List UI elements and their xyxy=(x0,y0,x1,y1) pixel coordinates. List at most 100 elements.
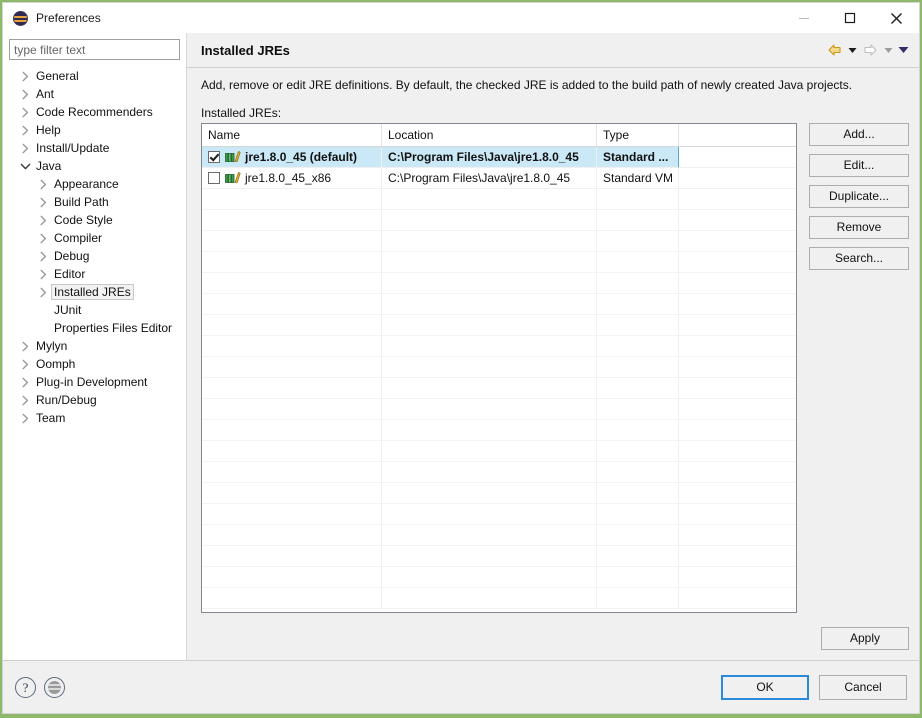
cell-empty xyxy=(202,357,382,378)
table-row[interactable]: jre1.8.0_45 (default) C:\Program Files\Ja… xyxy=(202,147,796,168)
cell-empty xyxy=(597,252,679,273)
maximize-icon[interactable] xyxy=(827,3,873,33)
apply-button[interactable]: Apply xyxy=(821,627,909,650)
chevron-right-icon[interactable] xyxy=(35,215,51,226)
sidebar-item-java[interactable]: Java xyxy=(3,157,186,175)
chevron-right-icon[interactable] xyxy=(17,71,33,82)
chevron-right-icon[interactable] xyxy=(17,107,33,118)
remove-button[interactable]: Remove xyxy=(809,216,909,239)
cell-empty xyxy=(202,462,382,483)
cell-empty xyxy=(679,336,796,357)
page-description: Add, remove or edit JRE definitions. By … xyxy=(201,78,853,92)
sidebar-item-team[interactable]: Team xyxy=(3,409,186,427)
sidebar-item-appearance[interactable]: Appearance xyxy=(3,175,186,193)
sidebar-item-label: JUnit xyxy=(54,303,82,317)
cell-empty xyxy=(382,462,597,483)
sidebar-item-oomph[interactable]: Oomph xyxy=(3,355,186,373)
chevron-right-icon[interactable] xyxy=(35,251,51,262)
sidebar-item-label: Run/Debug xyxy=(36,393,97,407)
filter-input[interactable] xyxy=(9,39,180,60)
minimize-icon[interactable] xyxy=(781,3,827,33)
column-header-name[interactable]: Name xyxy=(202,124,382,146)
chevron-right-icon[interactable] xyxy=(35,197,51,208)
cancel-button[interactable]: Cancel xyxy=(819,674,907,700)
chevron-right-icon[interactable] xyxy=(35,179,51,190)
table-row[interactable]: jre1.8.0_45_x86 C:\Program Files\Java\jre… xyxy=(202,168,796,189)
chevron-down-icon[interactable] xyxy=(17,162,33,171)
sidebar-item-run-debug[interactable]: Run/Debug xyxy=(3,391,186,409)
sidebar-item-properties-files-editor[interactable]: Properties Files Editor xyxy=(3,319,186,337)
table-row-empty xyxy=(202,462,796,483)
page-nav-tools xyxy=(825,40,909,60)
cell-empty xyxy=(382,567,597,588)
sidebar-item-build-path[interactable]: Build Path xyxy=(3,193,186,211)
table-row-empty xyxy=(202,252,796,273)
column-header-location[interactable]: Location xyxy=(382,124,597,146)
chevron-right-icon[interactable] xyxy=(17,341,33,352)
chevron-right-icon[interactable] xyxy=(35,269,51,280)
sidebar-item-label: Debug xyxy=(54,249,90,263)
sidebar-item-compiler[interactable]: Compiler xyxy=(3,229,186,247)
table-row-empty xyxy=(202,231,796,252)
sidebar-item-code-style[interactable]: Code Style xyxy=(3,211,186,229)
title-bar-left: Preferences xyxy=(3,10,101,26)
chevron-right-icon[interactable] xyxy=(17,143,33,154)
sidebar-item-code-recommenders[interactable]: Code Recommenders xyxy=(3,103,186,121)
close-icon[interactable] xyxy=(873,3,919,33)
cell-empty xyxy=(382,315,597,336)
checkbox-unchecked[interactable] xyxy=(208,172,220,184)
sidebar-item-label: Plug-in Development xyxy=(36,375,148,389)
sidebar-item-plug-in-development[interactable]: Plug-in Development xyxy=(3,373,186,391)
sidebar-item-installed-jres[interactable]: Installed JREs xyxy=(3,283,186,301)
chevron-right-icon[interactable] xyxy=(17,359,33,370)
cell-empty xyxy=(597,273,679,294)
chevron-right-icon[interactable] xyxy=(35,233,51,244)
cell-empty xyxy=(202,378,382,399)
sidebar-item-debug[interactable]: Debug xyxy=(3,247,186,265)
cell-empty xyxy=(679,294,796,315)
chevron-right-icon[interactable] xyxy=(35,287,51,298)
sidebar-item-general[interactable]: General xyxy=(3,67,186,85)
cell-empty xyxy=(679,462,796,483)
cell-empty xyxy=(382,357,597,378)
sidebar-item-install-update[interactable]: Install/Update xyxy=(3,139,186,157)
sidebar-item-editor[interactable]: Editor xyxy=(3,265,186,283)
table-row-empty xyxy=(202,336,796,357)
preferences-sidebar: General Ant Code Recommenders Help Install/U… xyxy=(3,33,187,660)
add-button[interactable]: Add... xyxy=(809,123,909,146)
chevron-right-icon[interactable] xyxy=(17,413,33,424)
sidebar-item-mylyn[interactable]: Mylyn xyxy=(3,337,186,355)
cell-empty xyxy=(597,588,679,609)
column-header-type[interactable]: Type xyxy=(597,124,679,146)
chevron-right-icon[interactable] xyxy=(17,377,33,388)
cell-filler xyxy=(679,147,796,168)
cell-empty xyxy=(679,252,796,273)
column-header-filler xyxy=(679,124,796,146)
table-row-empty xyxy=(202,294,796,315)
checkbox-checked[interactable] xyxy=(208,151,220,163)
sidebar-item-junit[interactable]: JUnit xyxy=(3,301,186,319)
search-button[interactable]: Search... xyxy=(809,247,909,270)
chevron-right-icon[interactable] xyxy=(17,395,33,406)
back-dropdown-icon[interactable] xyxy=(846,40,858,60)
cell-location: C:\Program Files\Java\jre1.8.0_45 xyxy=(382,168,597,189)
cell-name: jre1.8.0_45_x86 xyxy=(202,168,382,189)
cell-empty xyxy=(382,441,597,462)
edit-button[interactable]: Edit... xyxy=(809,154,909,177)
view-menu-icon[interactable] xyxy=(897,40,909,60)
duplicate-button[interactable]: Duplicate... xyxy=(809,185,909,208)
sidebar-item-label: Oomph xyxy=(36,357,76,371)
cell-name: jre1.8.0_45 (default) xyxy=(202,147,382,168)
cell-empty xyxy=(597,546,679,567)
chevron-right-icon[interactable] xyxy=(17,125,33,136)
back-arrow-icon[interactable] xyxy=(825,40,843,60)
sidebar-item-help[interactable]: Help xyxy=(3,121,186,139)
cell-empty xyxy=(202,294,382,315)
ok-button[interactable]: OK xyxy=(721,674,809,700)
sidebar-item-ant[interactable]: Ant xyxy=(3,85,186,103)
help-icon[interactable]: ? xyxy=(15,676,36,698)
cell-empty xyxy=(382,546,597,567)
apply-row: Apply xyxy=(187,613,919,660)
chevron-right-icon[interactable] xyxy=(17,89,33,100)
eclipse-gray-icon[interactable] xyxy=(44,676,65,698)
